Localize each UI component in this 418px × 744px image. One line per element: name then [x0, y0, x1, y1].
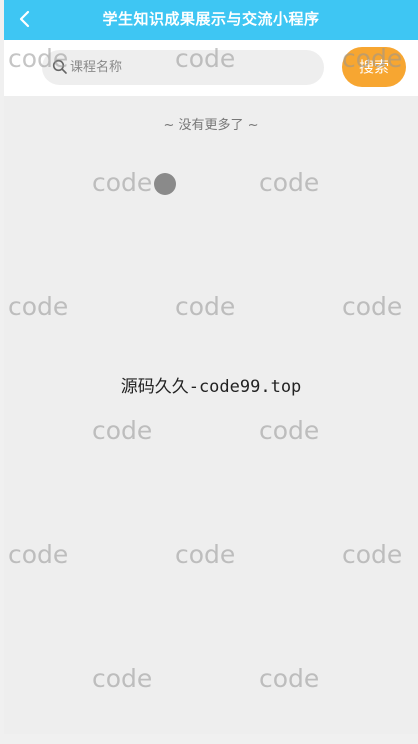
search-button[interactable]: 搜索: [342, 47, 406, 87]
watermark-text: code: [175, 292, 236, 321]
watermark-text: code: [175, 540, 236, 569]
site-caption: 源码久久-code99.top: [120, 377, 302, 397]
search-input[interactable]: [70, 50, 310, 85]
watermark-text: code: [8, 292, 69, 321]
page-title: 学生知识成果展示与交流小程序: [102, 10, 320, 28]
watermark-text: code: [259, 664, 320, 693]
watermark-text: code: [342, 292, 403, 321]
search-icon: [52, 59, 67, 74]
watermark-text: code: [259, 416, 320, 445]
watermark-text: code: [342, 540, 403, 569]
search-box[interactable]: [42, 50, 324, 85]
watermark-text: code: [259, 168, 320, 197]
watermark-text: code: [8, 540, 69, 569]
nav-bar: 学生知识成果展示与交流小程序: [4, 0, 418, 40]
watermark-text: code: [92, 664, 153, 693]
loading-dot: [154, 173, 176, 195]
list-end-text: ~ 没有更多了 ~: [163, 118, 259, 133]
watermark-text: code: [92, 416, 153, 445]
watermark-text: code: [92, 168, 153, 197]
app-screen: 学生知识成果展示与交流小程序 搜索 ~ 没有更多了 ~ 源码久久-code99.…: [4, 0, 418, 734]
search-bar: 搜索: [4, 40, 418, 96]
